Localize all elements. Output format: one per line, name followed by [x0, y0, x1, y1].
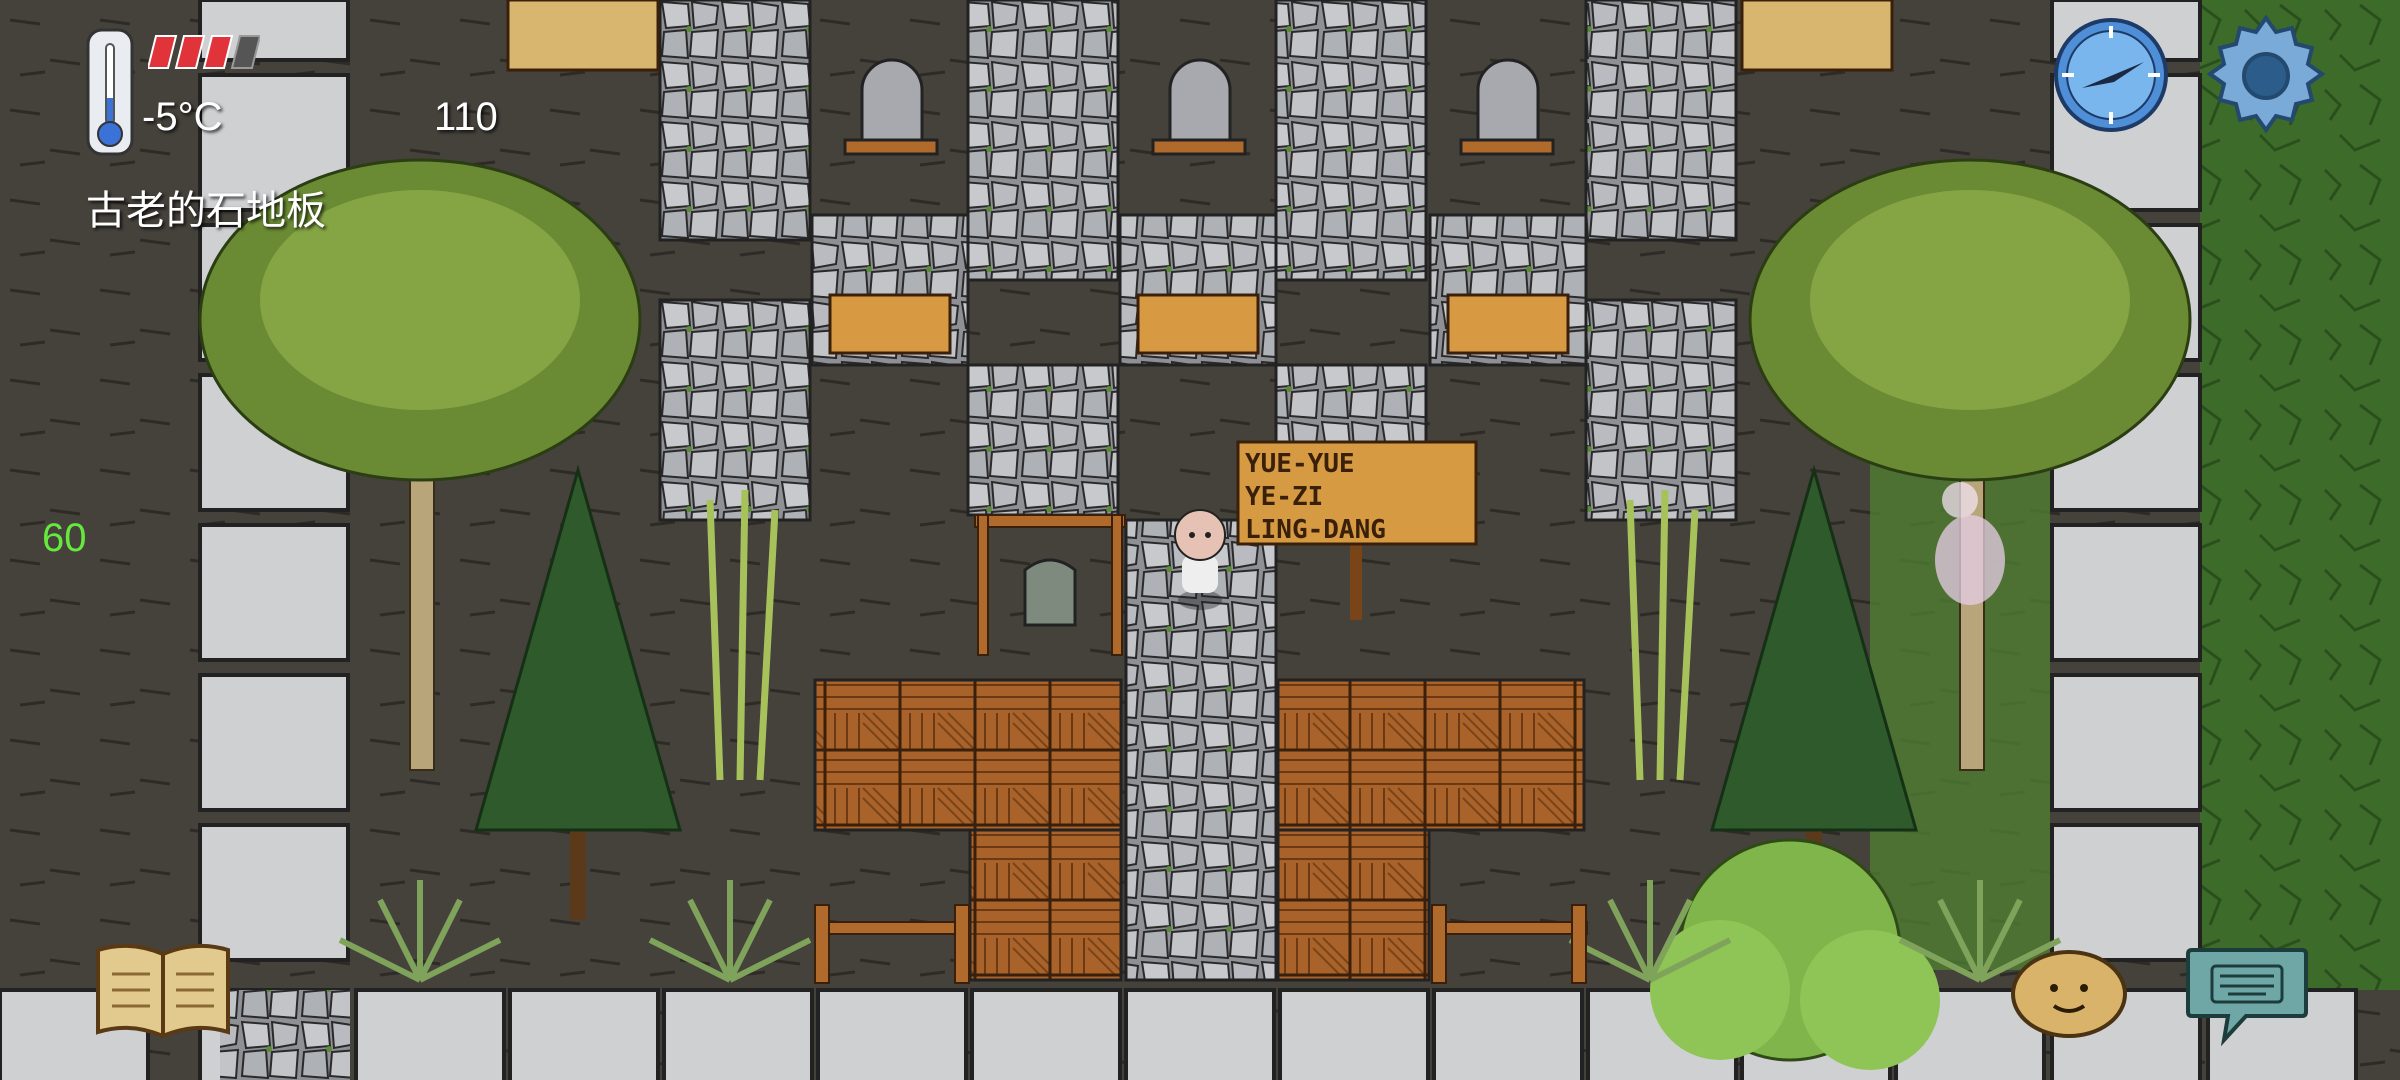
- gear-icon[interactable]: [2204, 14, 2328, 138]
- keyboard-icon[interactable]: [2184, 940, 2310, 1047]
- score-counter: 110: [434, 95, 498, 139]
- cobble-tile: [220, 990, 350, 1080]
- game-scene[interactable]: YUE-YUE YE-ZI LING-DANG: [0, 0, 2400, 1080]
- fps-counter: 60: [42, 516, 87, 560]
- sign-line-2: YE-ZI: [1245, 482, 1323, 512]
- book-icon[interactable]: [92, 940, 234, 1040]
- sign-line-1: YUE-YUE: [1245, 449, 1355, 479]
- grass-area: [2200, 0, 2400, 990]
- wooden-crates: [828, 293, 1570, 355]
- temperature-readout: -5°C: [142, 95, 223, 139]
- health-bar: [146, 32, 262, 72]
- thermometer-icon: [84, 28, 136, 156]
- compass-icon[interactable]: [2052, 16, 2170, 134]
- potato-face-icon[interactable]: [2010, 948, 2128, 1040]
- tile-name-label: 古老的石地板: [86, 188, 326, 234]
- sign-line-3: LING-DANG: [1245, 515, 1386, 545]
